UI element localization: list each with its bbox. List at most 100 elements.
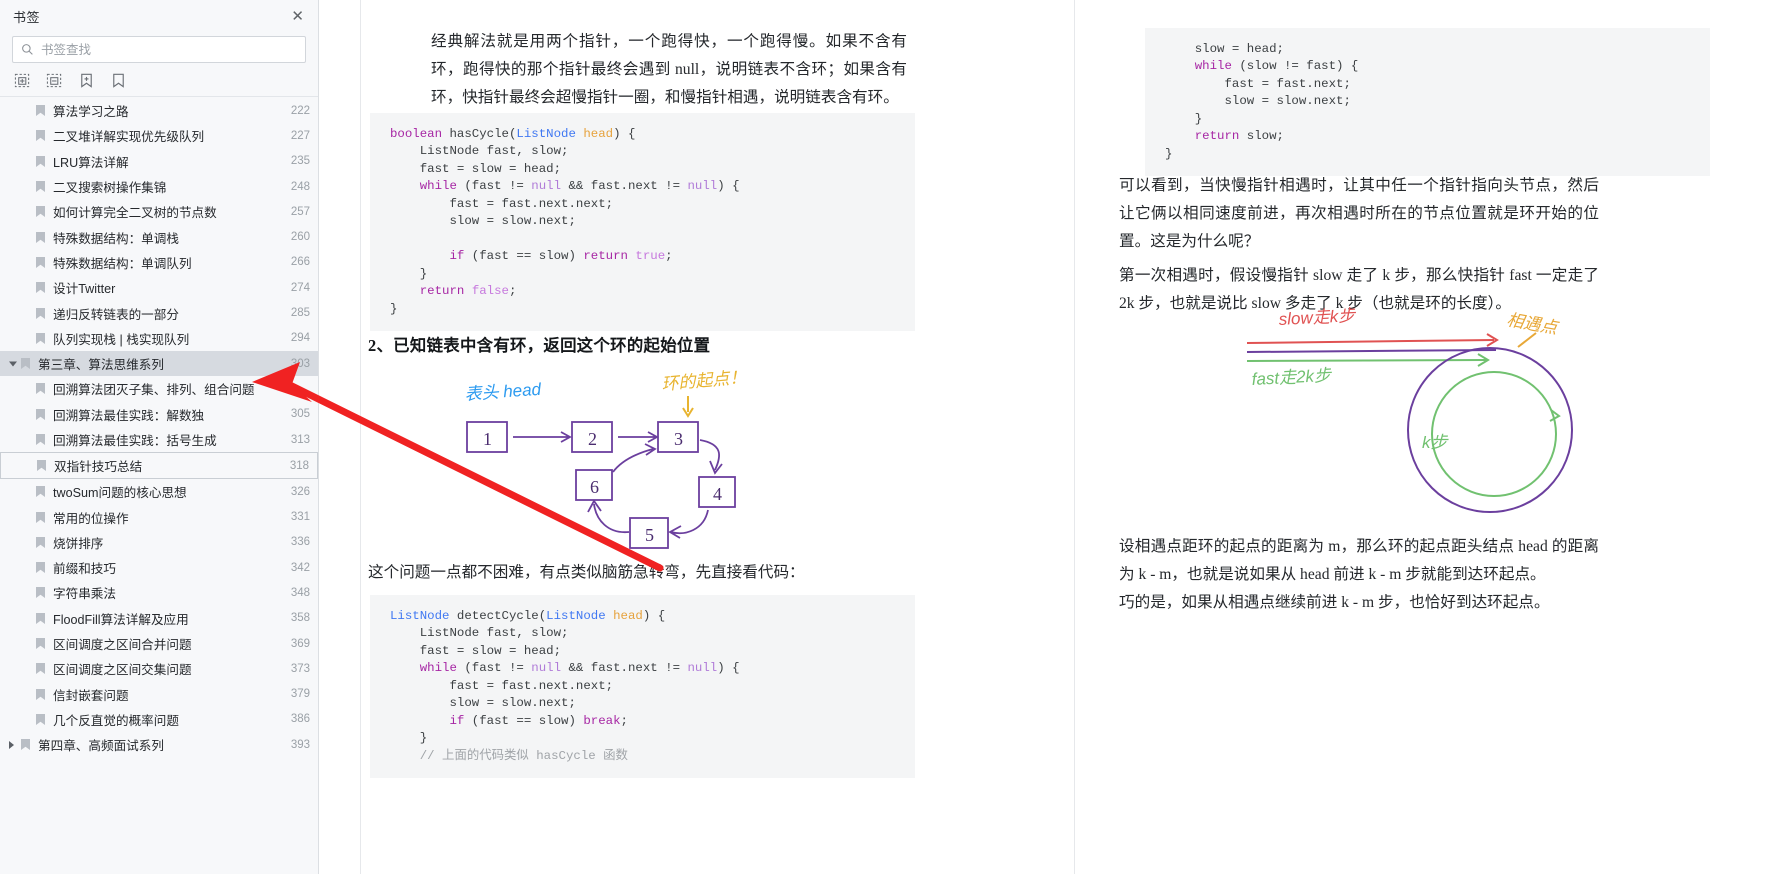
bookmark-row[interactable]: 回溯算法最佳实践：括号生成 313 [0, 427, 318, 452]
code-block-hascycle: boolean hasCycle(ListNode head) { ListNo… [370, 113, 915, 332]
svg-text:k步: k步 [1422, 433, 1450, 452]
bookmark-label: 第四章、高频面试系列 [38, 739, 164, 754]
bookmark-page-number: 227 [290, 129, 310, 142]
bookmark-label: 常用的位操作 [53, 511, 129, 526]
page-left-margin [319, 0, 360, 874]
bookmark-label: 二叉搜索树操作集锦 [53, 181, 167, 196]
bookmark-page-number: 379 [290, 688, 310, 701]
bookmark-label: LRU算法详解 [53, 155, 129, 170]
bookmark-label: 队列实现栈 | 栈实现队列 [53, 332, 190, 347]
bookmark-page-number: 285 [290, 307, 310, 320]
bookmark-row[interactable]: 烧饼排序 336 [0, 530, 318, 555]
bookmark-page-number: 318 [289, 459, 309, 472]
bookmark-page-number: 257 [290, 205, 310, 218]
bookmark-row[interactable]: 队列实现栈 | 栈实现队列 294 [0, 326, 318, 351]
bookmark-row[interactable]: 递归反转链表的一部分 285 [0, 300, 318, 325]
bookmark-icon [36, 282, 45, 294]
bookmark-icon [36, 612, 45, 624]
bookmark-icon [36, 155, 45, 167]
bookmark-page-number: 235 [290, 155, 310, 168]
bookmark-icon [36, 434, 45, 445]
add-bookmark-icon[interactable] [78, 72, 95, 89]
svg-text:相遇点: 相遇点 [1505, 310, 1560, 338]
bookmark-icon [36, 408, 45, 420]
remove-bookmark-icon[interactable] [110, 72, 127, 89]
search-container [0, 32, 318, 63]
document-viewer: 经典解法就是用两个指针，一个跑得快，一个跑得慢。如果不含有环，跑得快的那个指针最… [319, 0, 1790, 874]
bookmarks-sidebar: 书签 ✕ 书签查找 算法学习之路 222 二叉堆详解实现优先级队列 227 LR… [0, 0, 319, 874]
bookmark-row[interactable]: 设计Twitter 274 [0, 275, 318, 300]
bookmark-row[interactable]: 回溯算法最佳实践：解数独 305 [0, 402, 318, 427]
paragraph-distance-m: 设相遇点距环的起点的距离为 m，那么环的起点距头结点 head 的距离为 k -… [1119, 538, 1599, 583]
svg-text:5: 5 [645, 525, 654, 545]
bookmark-label: 如何计算完全二叉树的节点数 [53, 206, 217, 221]
svg-text:环的起点！: 环的起点！ [661, 368, 747, 394]
bookmark-icon [36, 181, 45, 193]
bookmark-row[interactable]: twoSum问题的核心思想 326 [0, 479, 318, 504]
bookmark-icon [36, 206, 45, 218]
bookmark-icon [36, 638, 45, 650]
bookmark-page-number: 369 [290, 637, 310, 650]
bookmark-row[interactable]: 第三章、算法思维系列 303 [0, 350, 318, 377]
bookmark-list[interactable]: 算法学习之路 222 二叉堆详解实现优先级队列 227 LRU算法详解 235 二叉搜索树操… [0, 96, 318, 874]
chevron-right-icon[interactable] [9, 740, 14, 749]
bookmark-row[interactable]: 回溯算法团灭子集、排列、组合问题 [0, 376, 318, 401]
paragraph-classic-solution: 经典解法就是用两个指针，一个跑得快，一个跑得慢。如果不含有环，跑得快的那个指针最… [431, 33, 907, 106]
bookmark-icon [36, 587, 45, 599]
page-gutter [974, 0, 1074, 874]
bookmark-row[interactable]: 特殊数据结构：单调栈 260 [0, 224, 318, 249]
bookmark-row[interactable]: FloodFill算法详解及应用 358 [0, 606, 318, 631]
bookmark-row[interactable]: 字符串乘法 348 [0, 580, 318, 605]
app-window: 书签 ✕ 书签查找 算法学习之路 222 二叉堆详解实现优先级队列 227 LR… [0, 0, 1790, 874]
svg-text:4: 4 [713, 484, 722, 504]
bookmark-row[interactable]: 几个反直觉的概率问题 386 [0, 707, 318, 732]
bookmark-page-number: 348 [290, 586, 310, 599]
bookmark-icon [36, 307, 45, 319]
bookmark-row[interactable]: 二叉堆详解实现优先级队列 227 [0, 123, 318, 148]
bookmark-row[interactable]: 双指针技巧总结 318 [0, 452, 318, 480]
bookmark-row[interactable]: 第四章、高频面试系列 393 [0, 732, 318, 757]
bookmark-icon [21, 739, 30, 751]
chevron-down-icon[interactable] [9, 361, 17, 367]
document-page-right: slow = head; while (slow != fast) { fast… [1074, 0, 1774, 874]
search-box[interactable] [12, 36, 306, 63]
bookmark-row[interactable]: 常用的位操作 331 [0, 504, 318, 529]
close-icon[interactable]: ✕ [287, 7, 308, 26]
svg-text:表头 head: 表头 head [464, 380, 542, 404]
bookmark-row[interactable]: 特殊数据结构：单调队列 266 [0, 250, 318, 275]
expand-all-icon[interactable] [14, 72, 31, 89]
bookmark-page-number: 222 [290, 104, 310, 117]
bookmark-label: 算法学习之路 [53, 105, 129, 120]
bookmark-row[interactable]: 算法学习之路 222 [0, 98, 318, 123]
svg-text:3: 3 [674, 429, 683, 449]
bookmark-page-number: 303 [290, 357, 310, 370]
bookmark-row[interactable]: 二叉搜索树操作集锦 248 [0, 174, 318, 199]
bookmark-icon [36, 105, 45, 117]
bookmark-row[interactable]: 区间调度之区间交集问题 373 [0, 656, 318, 681]
bookmark-row[interactable]: 区间调度之区间合并问题 369 [0, 631, 318, 656]
bookmark-page-number: 386 [290, 713, 310, 726]
bookmark-row[interactable]: LRU算法详解 235 [0, 149, 318, 174]
bookmark-row[interactable]: 信封嵌套问题 379 [0, 682, 318, 707]
search-icon [22, 44, 33, 55]
bookmark-icon [36, 231, 45, 243]
collapse-all-icon[interactable] [46, 72, 63, 89]
bookmark-page-number: 342 [290, 561, 310, 574]
sidebar-toolbar [0, 63, 318, 96]
paragraph-meeting-point: 可以看到，当快慢指针相遇时，让其中任一个指针指向头节点，然后让它俩以相同速度前进… [1119, 177, 1599, 250]
bookmark-page-number: 331 [290, 511, 310, 524]
bookmark-icon [36, 511, 45, 523]
bookmark-icon [36, 536, 45, 548]
search-input[interactable] [41, 42, 297, 57]
bookmark-icon [36, 562, 45, 574]
bookmark-row[interactable]: 前缀和技巧 342 [0, 555, 318, 580]
bookmark-icon [36, 663, 45, 675]
paragraph-not-difficult: 这个问题一点都不困难，有点类似脑筋急转弯，先直接看代码： [368, 564, 805, 581]
figure-cycle-distances: slow走k步 fast走2k步 相遇点 k步 [1104, 300, 1624, 535]
bookmark-label: FloodFill算法详解及应用 [53, 612, 189, 627]
bookmark-row[interactable]: 如何计算完全二叉树的节点数 257 [0, 199, 318, 224]
bookmark-label: 区间调度之区间交集问题 [53, 663, 192, 678]
bookmark-label: 字符串乘法 [53, 587, 116, 602]
bookmark-label: 几个反直觉的概率问题 [53, 713, 179, 728]
bookmark-page-number: 393 [290, 738, 310, 751]
